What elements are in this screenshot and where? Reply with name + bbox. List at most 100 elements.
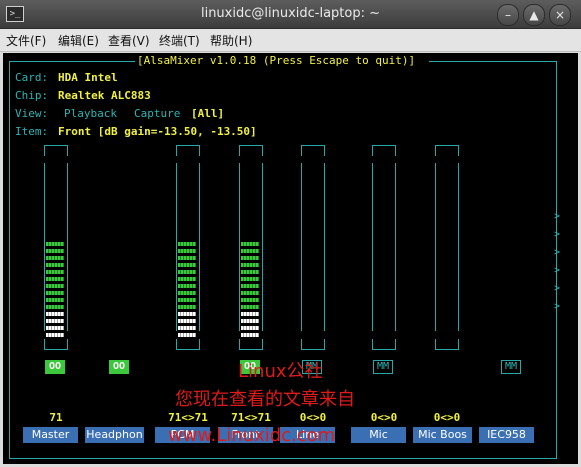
level-segment bbox=[46, 319, 64, 323]
level-segment bbox=[46, 326, 64, 330]
menu-view[interactable]: 查看(V) bbox=[108, 32, 150, 49]
scroll-arrow-1[interactable]: > bbox=[554, 211, 560, 222]
scroll-arrow-4[interactable]: > bbox=[554, 265, 560, 276]
level-segment bbox=[241, 263, 259, 267]
close-icon[interactable]: × bbox=[549, 4, 571, 26]
menu-terminal[interactable]: 终端(T) bbox=[159, 32, 200, 49]
channel-bar-bottom bbox=[44, 339, 68, 350]
level-segment bbox=[46, 242, 64, 246]
channel-name[interactable]: Mic Boos bbox=[413, 427, 472, 443]
channel-bar-track bbox=[372, 163, 373, 331]
level-segment bbox=[178, 333, 196, 337]
menu-bar: 文件(F) 编辑(E) 查看(V) 终端(T) 帮助(H) bbox=[0, 29, 581, 52]
level-segment bbox=[241, 305, 259, 309]
window-title: linuxidc@linuxidc-laptop: ~ bbox=[200, 6, 381, 21]
frame-left bbox=[9, 61, 10, 459]
mute-toggle[interactable]: MM bbox=[501, 360, 521, 374]
level-segment bbox=[46, 298, 64, 302]
level-segment bbox=[178, 298, 196, 302]
channel-bar-bottom bbox=[372, 339, 396, 350]
level-segment bbox=[241, 312, 259, 316]
level-segment bbox=[46, 284, 64, 288]
channel-bar-bottom bbox=[176, 339, 200, 350]
level-segment bbox=[178, 305, 196, 309]
channel-bar-track bbox=[199, 163, 200, 331]
channel-name[interactable]: IEC958 bbox=[479, 427, 534, 443]
scroll-arrow-3[interactable]: > bbox=[554, 247, 560, 258]
level-segment bbox=[178, 277, 196, 281]
chip-label: Chip: bbox=[15, 89, 49, 102]
level-segment bbox=[178, 249, 196, 253]
item-label: Item: bbox=[15, 125, 49, 138]
channel-bar-track bbox=[239, 163, 240, 331]
header-title: [AlsaMixer v1.0.18 (Press Escape to quit… bbox=[137, 54, 416, 67]
channel-bar-top bbox=[44, 145, 68, 156]
terminal-area[interactable]: [AlsaMixer v1.0.18 (Press Escape to quit… bbox=[3, 53, 578, 464]
channel-bar-track bbox=[262, 163, 263, 331]
channel-bar-track bbox=[435, 163, 436, 331]
channel-name[interactable]: Headphon bbox=[85, 427, 144, 443]
maximize-icon[interactable]: ▲ bbox=[523, 4, 545, 26]
volume-value: 0<>0 bbox=[433, 411, 461, 424]
level-segment bbox=[46, 291, 64, 295]
card-label: Card: bbox=[15, 71, 49, 84]
level-segment bbox=[178, 284, 196, 288]
view-all[interactable]: [All] bbox=[191, 107, 224, 120]
level-segment bbox=[46, 312, 64, 316]
channel-bar-top bbox=[372, 145, 396, 156]
channel-bar-top bbox=[176, 145, 200, 156]
channel-bar-bottom bbox=[239, 339, 263, 350]
scroll-arrow-6[interactable]: > bbox=[554, 301, 560, 312]
watermark-line1: Linux公社 bbox=[238, 361, 323, 382]
level-segment bbox=[46, 263, 64, 267]
terminal-window: >_ linuxidc@linuxidc-laptop: ~ – ▲ × 文件(… bbox=[0, 0, 581, 467]
channel-name[interactable]: Master bbox=[23, 427, 78, 443]
watermark-line3: www.Linuxidc.com bbox=[168, 425, 336, 446]
level-segment bbox=[178, 291, 196, 295]
menu-file[interactable]: 文件(F) bbox=[6, 32, 46, 49]
view-label: View: bbox=[15, 107, 49, 120]
level-segment bbox=[241, 298, 259, 302]
level-segment bbox=[241, 249, 259, 253]
level-segment bbox=[178, 242, 196, 246]
level-segment bbox=[46, 277, 64, 281]
channel-bar-top bbox=[239, 145, 263, 156]
item-value: Front [dB gain=-13.50, -13.50] bbox=[58, 125, 257, 138]
view-capture[interactable]: Capture bbox=[134, 107, 180, 120]
mute-toggle[interactable]: OO bbox=[45, 360, 65, 374]
volume-value: 0<>0 bbox=[370, 411, 398, 424]
channel-bar-top bbox=[435, 145, 459, 156]
channel-name[interactable]: Mic bbox=[351, 427, 406, 443]
channel-bar-track bbox=[176, 163, 177, 331]
level-segment bbox=[241, 277, 259, 281]
view-playback[interactable]: Playback bbox=[64, 107, 117, 120]
level-segment bbox=[178, 326, 196, 330]
volume-value: 0<>0 bbox=[299, 411, 327, 424]
level-segment bbox=[178, 263, 196, 267]
channel-bar-track bbox=[324, 163, 325, 331]
level-segment bbox=[46, 270, 64, 274]
level-segment bbox=[241, 242, 259, 246]
mute-toggle[interactable]: MM bbox=[373, 360, 393, 374]
channel-bar-track bbox=[67, 163, 68, 331]
level-segment bbox=[241, 284, 259, 288]
frame-top-left bbox=[9, 61, 135, 62]
mute-toggle[interactable]: OO bbox=[109, 360, 129, 374]
minimize-icon[interactable]: – bbox=[497, 4, 519, 26]
title-bar[interactable]: >_ linuxidc@linuxidc-laptop: ~ – ▲ × bbox=[0, 0, 581, 29]
level-segment bbox=[241, 256, 259, 260]
scroll-arrow-2[interactable]: > bbox=[554, 229, 560, 240]
channel-bar-bottom bbox=[301, 339, 325, 350]
channel-bar-track bbox=[458, 163, 459, 331]
volume-value: 71<>71 bbox=[231, 411, 271, 424]
scroll-arrow-5[interactable]: > bbox=[554, 283, 560, 294]
frame-right bbox=[556, 61, 557, 459]
level-segment bbox=[241, 291, 259, 295]
level-segment bbox=[241, 326, 259, 330]
level-segment bbox=[178, 256, 196, 260]
menu-edit[interactable]: 编辑(E) bbox=[58, 32, 99, 49]
channel-bar-top bbox=[301, 145, 325, 156]
menu-help[interactable]: 帮助(H) bbox=[210, 32, 252, 49]
level-segment bbox=[178, 312, 196, 316]
level-segment bbox=[46, 333, 64, 337]
